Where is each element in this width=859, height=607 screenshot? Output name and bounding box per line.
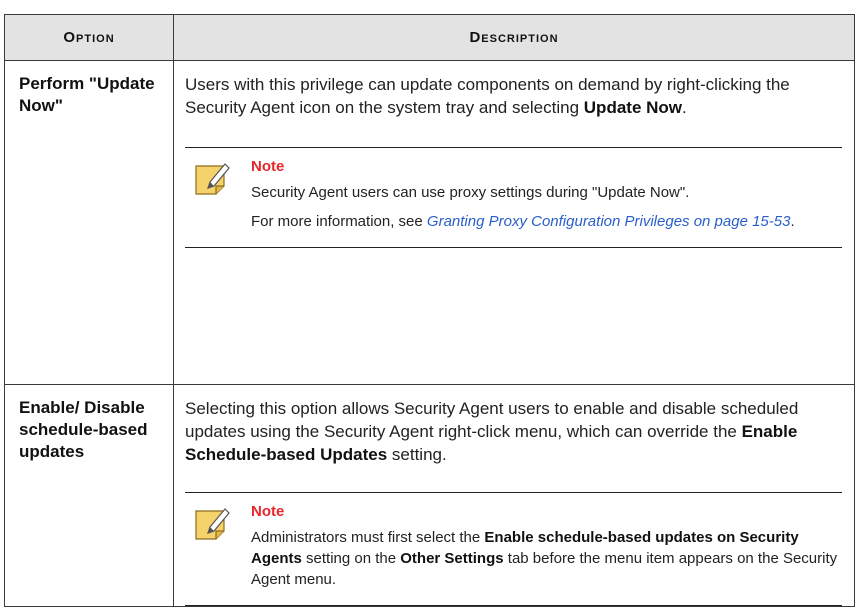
table-header-row: Option Description: [4, 14, 855, 61]
option-cell: Perform "Update Now": [4, 60, 174, 385]
note-text: Security Agent users can use proxy setti…: [251, 184, 690, 201]
header-description: Description: [173, 14, 855, 61]
table-row: Enable/ Disable schedule-based updates S…: [4, 384, 855, 607]
option-label: Enable/ Disable schedule-based updates: [19, 398, 148, 461]
description-part: setting.: [387, 445, 447, 464]
table-row: Perform "Update Now" Users with this pri…: [4, 60, 855, 385]
description-text: Selecting this option allows Security Ag…: [185, 397, 842, 466]
note-text: For more information, see Granting Proxy…: [251, 211, 842, 232]
option-cell: Enable/ Disable schedule-based updates: [4, 384, 174, 607]
description-part: Users with this privilege can update com…: [185, 75, 790, 117]
note-title: Note: [251, 158, 285, 175]
note-text-part: Administrators must first select the: [251, 529, 485, 546]
note-text: Administrators must first select the Ena…: [251, 527, 842, 590]
note-text-part: setting on the: [301, 550, 401, 567]
description-text: Users with this privilege can update com…: [185, 73, 842, 119]
options-table: Option Description Perform "Update Now" …: [4, 14, 855, 607]
note-text-part: For more information, see: [251, 213, 427, 230]
note-box: Note Security Agent users can use proxy …: [185, 147, 842, 248]
note-title: Note: [251, 503, 285, 520]
description-part: .: [682, 98, 687, 117]
proxy-privileges-link[interactable]: Granting Proxy Configuration Privileges …: [427, 213, 791, 230]
description-cell: Users with this privilege can update com…: [173, 60, 855, 385]
description-bold: Update Now: [583, 98, 683, 117]
note-box: Note Administrators must first select th…: [185, 492, 842, 606]
header-option: Option: [4, 14, 174, 61]
note-pencil-icon: [195, 508, 230, 540]
description-part: Selecting this option allows Security Ag…: [185, 399, 799, 441]
note-pencil-icon: [195, 163, 230, 195]
note-text-part: .: [790, 213, 795, 230]
note-text-bold: Other Settings: [400, 550, 504, 567]
description-cell: Selecting this option allows Security Ag…: [173, 384, 855, 607]
option-label: Perform "Update Now": [19, 74, 155, 115]
